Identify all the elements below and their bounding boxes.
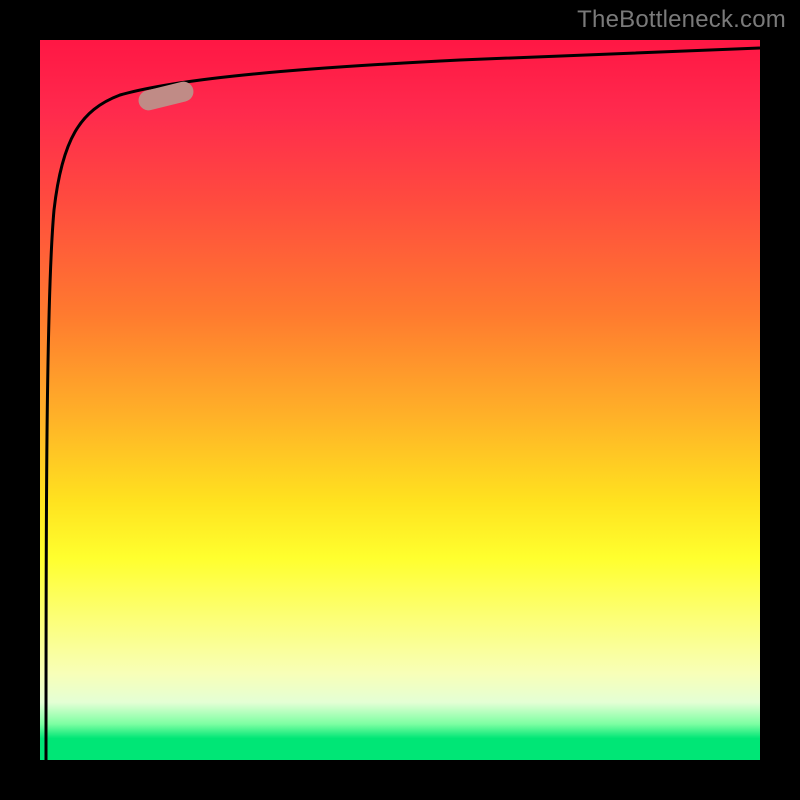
plot-area: [40, 40, 760, 760]
watermark-text: TheBottleneck.com: [577, 6, 786, 34]
curve-path: [46, 48, 760, 760]
chart-frame: TheBottleneck.com: [0, 0, 800, 800]
curve-marker: [136, 80, 195, 113]
curve-line: [40, 40, 760, 760]
